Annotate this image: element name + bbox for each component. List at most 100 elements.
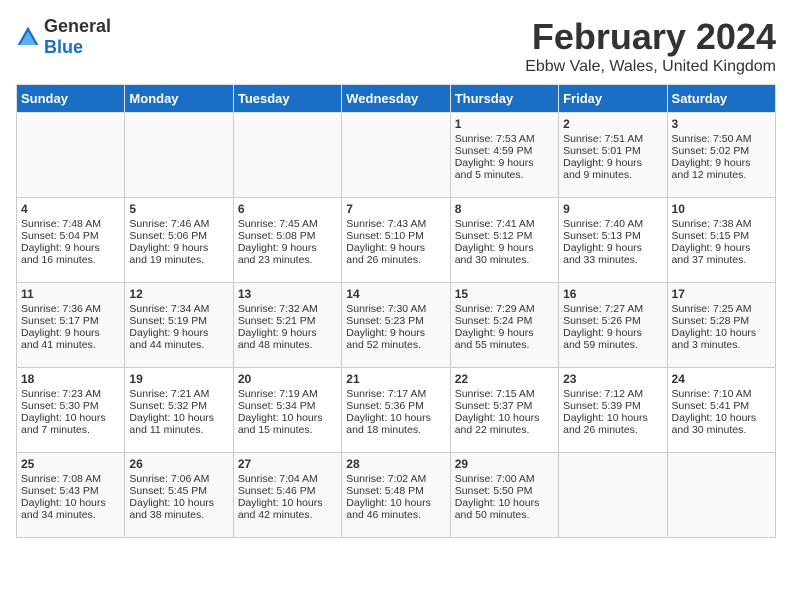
title-section: February 2024 Ebbw Vale, Wales, United K… — [525, 16, 776, 76]
calendar-cell: 11Sunrise: 7:36 AMSunset: 5:17 PMDayligh… — [17, 283, 125, 368]
cell-content-line: Daylight: 9 hours — [563, 242, 662, 254]
cell-content-line: Daylight: 9 hours — [672, 157, 771, 169]
cell-content-line: Daylight: 9 hours — [563, 327, 662, 339]
calendar-week-2: 4Sunrise: 7:48 AMSunset: 5:04 PMDaylight… — [17, 198, 776, 283]
cell-content-line: Sunset: 5:08 PM — [238, 230, 337, 242]
cell-content-line: Daylight: 10 hours — [238, 412, 337, 424]
day-number: 16 — [563, 287, 662, 301]
calendar-cell — [667, 453, 775, 538]
cell-content-line: Sunrise: 7:27 AM — [563, 303, 662, 315]
cell-content-line: Daylight: 10 hours — [238, 497, 337, 509]
day-number: 19 — [129, 372, 228, 386]
cell-content-line: Sunrise: 7:43 AM — [346, 218, 445, 230]
calendar-week-3: 11Sunrise: 7:36 AMSunset: 5:17 PMDayligh… — [17, 283, 776, 368]
cell-content-line: Sunrise: 7:21 AM — [129, 388, 228, 400]
cell-content-line: Daylight: 9 hours — [129, 242, 228, 254]
cell-content-line: Sunset: 5:10 PM — [346, 230, 445, 242]
header-monday: Monday — [125, 85, 233, 113]
cell-content-line: Sunset: 5:12 PM — [455, 230, 554, 242]
cell-content-line: and 19 minutes. — [129, 254, 228, 266]
cell-content-line: Daylight: 10 hours — [672, 412, 771, 424]
cell-content-line: Sunrise: 7:48 AM — [21, 218, 120, 230]
cell-content-line: Sunrise: 7:46 AM — [129, 218, 228, 230]
cell-content-line: Sunset: 5:39 PM — [563, 400, 662, 412]
day-number: 21 — [346, 372, 445, 386]
calendar-cell: 21Sunrise: 7:17 AMSunset: 5:36 PMDayligh… — [342, 368, 450, 453]
cell-content-line: Daylight: 9 hours — [455, 242, 554, 254]
logo-blue: Blue — [44, 37, 83, 57]
cell-content-line: Sunrise: 7:10 AM — [672, 388, 771, 400]
day-number: 10 — [672, 202, 771, 216]
cell-content-line: and 33 minutes. — [563, 254, 662, 266]
cell-content-line: and 18 minutes. — [346, 424, 445, 436]
cell-content-line: and 50 minutes. — [455, 509, 554, 521]
cell-content-line: Sunset: 5:46 PM — [238, 485, 337, 497]
calendar-cell: 28Sunrise: 7:02 AMSunset: 5:48 PMDayligh… — [342, 453, 450, 538]
calendar-cell: 1Sunrise: 7:53 AMSunset: 4:59 PMDaylight… — [450, 113, 558, 198]
calendar-cell — [559, 453, 667, 538]
cell-content-line: Sunset: 5:17 PM — [21, 315, 120, 327]
calendar-cell: 22Sunrise: 7:15 AMSunset: 5:37 PMDayligh… — [450, 368, 558, 453]
cell-content-line: and 3 minutes. — [672, 339, 771, 351]
cell-content-line: Sunset: 5:19 PM — [129, 315, 228, 327]
cell-content-line: Daylight: 10 hours — [21, 412, 120, 424]
cell-content-line: and 7 minutes. — [21, 424, 120, 436]
day-number: 23 — [563, 372, 662, 386]
day-number: 20 — [238, 372, 337, 386]
calendar-cell: 23Sunrise: 7:12 AMSunset: 5:39 PMDayligh… — [559, 368, 667, 453]
cell-content-line: Sunset: 5:02 PM — [672, 145, 771, 157]
cell-content-line: Daylight: 10 hours — [21, 497, 120, 509]
cell-content-line: Daylight: 9 hours — [129, 327, 228, 339]
subtitle: Ebbw Vale, Wales, United Kingdom — [525, 58, 776, 76]
cell-content-line: Daylight: 10 hours — [455, 412, 554, 424]
day-number: 4 — [21, 202, 120, 216]
cell-content-line: Sunset: 5:01 PM — [563, 145, 662, 157]
cell-content-line: Sunrise: 7:00 AM — [455, 473, 554, 485]
header-saturday: Saturday — [667, 85, 775, 113]
cell-content-line: Daylight: 10 hours — [129, 412, 228, 424]
cell-content-line: Daylight: 9 hours — [238, 242, 337, 254]
cell-content-line: Daylight: 9 hours — [21, 242, 120, 254]
cell-content-line: Daylight: 10 hours — [129, 497, 228, 509]
cell-content-line: Sunrise: 7:17 AM — [346, 388, 445, 400]
cell-content-line: Daylight: 10 hours — [346, 412, 445, 424]
header-friday: Friday — [559, 85, 667, 113]
header-sunday: Sunday — [17, 85, 125, 113]
header-thursday: Thursday — [450, 85, 558, 113]
cell-content-line: Sunrise: 7:02 AM — [346, 473, 445, 485]
cell-content-line: Sunset: 5:34 PM — [238, 400, 337, 412]
cell-content-line: Sunset: 5:43 PM — [21, 485, 120, 497]
cell-content-line: and 22 minutes. — [455, 424, 554, 436]
cell-content-line: Sunset: 5:30 PM — [21, 400, 120, 412]
day-number: 8 — [455, 202, 554, 216]
calendar-cell: 2Sunrise: 7:51 AMSunset: 5:01 PMDaylight… — [559, 113, 667, 198]
cell-content-line: Sunrise: 7:23 AM — [21, 388, 120, 400]
calendar-cell — [233, 113, 341, 198]
cell-content-line: and 38 minutes. — [129, 509, 228, 521]
calendar-cell: 9Sunrise: 7:40 AMSunset: 5:13 PMDaylight… — [559, 198, 667, 283]
cell-content-line: and 26 minutes. — [563, 424, 662, 436]
calendar-cell: 18Sunrise: 7:23 AMSunset: 5:30 PMDayligh… — [17, 368, 125, 453]
cell-content-line: and 44 minutes. — [129, 339, 228, 351]
cell-content-line: and 26 minutes. — [346, 254, 445, 266]
main-title: February 2024 — [525, 16, 776, 58]
cell-content-line: Daylight: 9 hours — [346, 242, 445, 254]
calendar-cell — [342, 113, 450, 198]
day-number: 7 — [346, 202, 445, 216]
cell-content-line: and 48 minutes. — [238, 339, 337, 351]
calendar-cell: 17Sunrise: 7:25 AMSunset: 5:28 PMDayligh… — [667, 283, 775, 368]
cell-content-line: and 15 minutes. — [238, 424, 337, 436]
calendar-cell: 25Sunrise: 7:08 AMSunset: 5:43 PMDayligh… — [17, 453, 125, 538]
cell-content-line: and 37 minutes. — [672, 254, 771, 266]
calendar-cell: 24Sunrise: 7:10 AMSunset: 5:41 PMDayligh… — [667, 368, 775, 453]
cell-content-line: Daylight: 9 hours — [238, 327, 337, 339]
cell-content-line: Sunrise: 7:30 AM — [346, 303, 445, 315]
cell-content-line: and 34 minutes. — [21, 509, 120, 521]
calendar-cell: 15Sunrise: 7:29 AMSunset: 5:24 PMDayligh… — [450, 283, 558, 368]
header-tuesday: Tuesday — [233, 85, 341, 113]
day-number: 14 — [346, 287, 445, 301]
cell-content-line: Sunset: 5:13 PM — [563, 230, 662, 242]
cell-content-line: Sunset: 5:48 PM — [346, 485, 445, 497]
logo-icon — [16, 25, 40, 49]
cell-content-line: and 23 minutes. — [238, 254, 337, 266]
